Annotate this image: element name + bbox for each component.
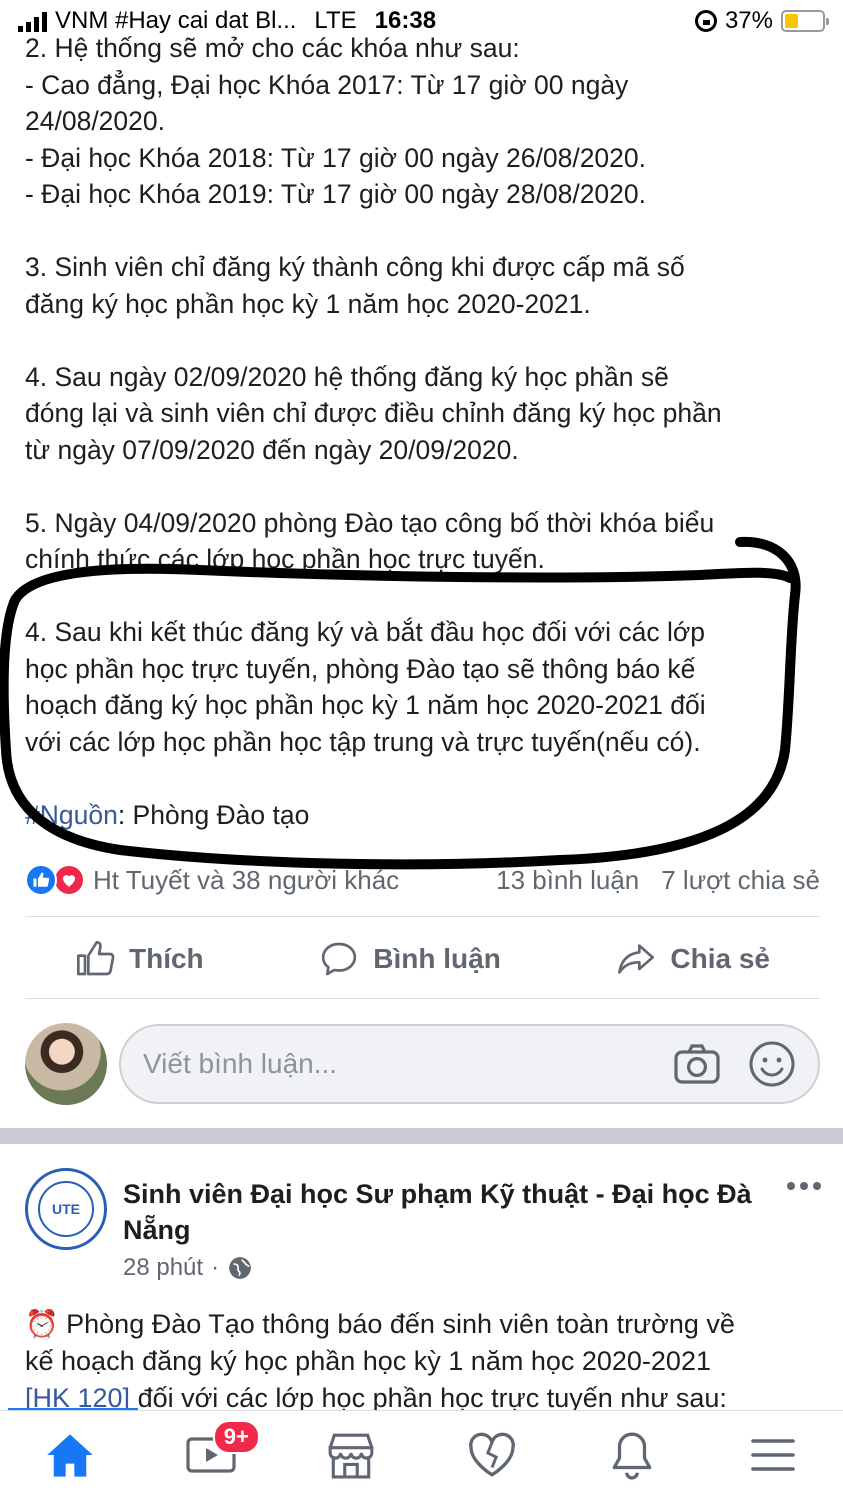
battery-level-fill xyxy=(785,14,799,28)
post-line: từ ngày 07/09/2020 đến ngày 20/09/2020. xyxy=(25,434,519,465)
post-blank-line xyxy=(25,322,825,359)
post-blank-line xyxy=(25,213,825,250)
orientation-lock-icon xyxy=(694,10,717,32)
comment-icon xyxy=(322,942,357,976)
comment-input[interactable]: Viết bình luận... xyxy=(119,1024,820,1104)
tab-marketplace[interactable] xyxy=(311,1420,391,1490)
share-icon xyxy=(618,944,655,974)
post-line: 5. Ngày 04/09/2020 phòng Đào tạo công bố… xyxy=(25,507,715,538)
battery-icon xyxy=(781,10,829,32)
post-time[interactable]: 28 phút xyxy=(123,1254,203,1282)
post-line: 3. Sinh viên chỉ đăng ký thành công khi … xyxy=(25,252,685,282)
tab-menu[interactable] xyxy=(733,1420,813,1490)
source-hashtag[interactable]: #Nguồn xyxy=(25,800,118,830)
post-line: - Cao đẳng, Đại học Khóa 2017: Từ 17 giờ… xyxy=(25,69,629,100)
post-line: 4. Sau ngày 02/09/2020 hệ thống đăng ký … xyxy=(25,361,669,392)
post-line: học phần học trực tuyến, phòng Đào tạo s… xyxy=(25,653,696,684)
post-blank-line xyxy=(25,468,825,505)
marketplace-icon xyxy=(328,1433,374,1479)
post-line: 24/08/2020. xyxy=(25,106,165,136)
divider xyxy=(25,916,820,917)
post-lines: 2. Hệ thống sẽ mở cho các khóa như sau: -… xyxy=(25,30,825,797)
notifications-icon xyxy=(612,1432,652,1480)
next-post: UTE Sinh viên Đại học Sư phạm Kỹ thuật -… xyxy=(0,1144,843,1414)
post-line: đóng lại và sinh viên chỉ được điều chỉn… xyxy=(25,398,722,428)
next-post-line2: kế hoạch đăng ký học phần học kỳ 1 năm h… xyxy=(25,1346,711,1376)
feed-separator xyxy=(0,1128,843,1144)
comment-label: Bình luận xyxy=(373,943,501,974)
post-line: với các lớp học phần học tập trung và tr… xyxy=(25,726,701,757)
post-line: 4. Sau khi kết thúc đăng ký và bắt đầu h… xyxy=(25,617,705,647)
comment-button[interactable]: Bình luận xyxy=(319,939,501,979)
page-name[interactable]: Sinh viên Đại học Sư phạm Kỹ thuật - Đại… xyxy=(123,1176,763,1248)
tab-notifications[interactable] xyxy=(592,1420,672,1490)
comment-composer: Viết bình luận... xyxy=(25,1020,820,1108)
video-notification-badge: 9+ xyxy=(212,1420,260,1454)
next-post-line1: Phòng Đào Tạo thông báo đến sinh viên to… xyxy=(66,1309,735,1339)
source-text: : Phòng Đào tạo xyxy=(117,799,310,830)
dating-icon xyxy=(468,1432,515,1477)
post-line: - Đại học Khóa 2019: Từ 17 giờ 00 ngày 2… xyxy=(25,179,647,209)
comment-count[interactable]: 13 bình luận xyxy=(496,865,639,896)
post-line: hoạch đăng ký học phần học kỳ 1 năm học … xyxy=(25,690,706,720)
alarm-clock-icon: ⏰ xyxy=(25,1309,59,1339)
reactions-summary[interactable]: Ht Tuyết và 38 người khác 13 bình luận 7… xyxy=(25,860,820,900)
post-line: chính thức các lớp học phần học trực tuy… xyxy=(25,544,545,574)
post-line: - Đại học Khóa 2018: Từ 17 giờ 00 ngày 2… xyxy=(25,142,647,173)
signal-strength-icon xyxy=(18,10,47,32)
reaction-names[interactable]: Ht Tuyết và 38 người khác xyxy=(93,865,399,896)
post-line: 2. Hệ thống sẽ mở cho các khóa như sau: xyxy=(25,33,520,63)
post-actions: Thích Bình luận Chia sẻ xyxy=(25,920,820,998)
post-blank-line xyxy=(25,578,825,615)
like-label: Thích xyxy=(129,943,204,974)
post-blank-line xyxy=(25,760,825,797)
love-reaction-icon xyxy=(53,864,85,896)
share-label: Chia sẻ xyxy=(670,943,770,974)
like-icon xyxy=(77,941,115,976)
menu-icon xyxy=(750,1439,795,1471)
like-button[interactable]: Thích xyxy=(75,939,204,979)
meta-separator: · xyxy=(211,1254,220,1281)
comment-placeholder: Viết bình luận... xyxy=(143,1048,338,1079)
globe-icon xyxy=(229,1257,251,1279)
emoji-icon[interactable] xyxy=(748,1040,796,1088)
share-button[interactable]: Chia sẻ xyxy=(616,939,770,979)
tab-watch[interactable]: 9+ xyxy=(171,1420,260,1490)
home-icon xyxy=(47,1434,93,1477)
post-body: 2. Hệ thống sẽ mở cho các khóa như sau: -… xyxy=(25,30,825,833)
post-line: đăng ký học phần học kỳ 1 năm học 2020-2… xyxy=(25,288,591,319)
page-logo[interactable]: UTE xyxy=(25,1168,107,1250)
tab-dating[interactable] xyxy=(452,1420,532,1490)
tab-home[interactable] xyxy=(30,1420,110,1490)
share-count[interactable]: 7 lượt chia sẻ xyxy=(661,865,820,896)
next-post-line3: đối với các lớp học phần học trực tuyến … xyxy=(130,1383,727,1413)
post-source: #Nguồn: Phòng Đào tạo xyxy=(25,797,825,834)
post-meta: 28 phút · xyxy=(123,1254,253,1282)
like-reaction-icon xyxy=(25,864,57,896)
bottom-tab-bar: 9+ xyxy=(0,1410,843,1499)
divider xyxy=(25,998,820,999)
more-options-icon[interactable] xyxy=(787,1182,821,1190)
page-logo-text: UTE xyxy=(38,1181,94,1237)
camera-icon[interactable] xyxy=(672,1042,722,1086)
avatar[interactable] xyxy=(25,1023,107,1105)
next-post-text: ⏰ Phòng Đào Tạo thông báo đến sinh viên … xyxy=(25,1306,825,1417)
